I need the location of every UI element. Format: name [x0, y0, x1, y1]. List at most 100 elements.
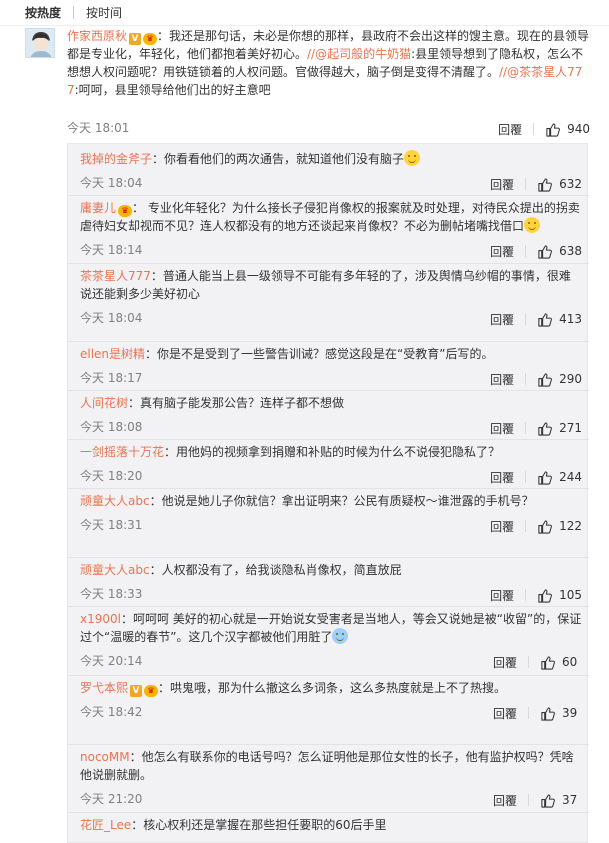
reply-username[interactable]: 庸妻儿 [80, 201, 116, 215]
avatar[interactable] [25, 28, 55, 58]
reply-button[interactable]: 回覆 [490, 469, 514, 486]
reply-username[interactable]: x1900l [80, 612, 121, 626]
vip-crown-icon: ♛ [144, 685, 159, 697]
reply-footer: 今天 18:42 回覆 39 [80, 703, 582, 723]
reply-username[interactable]: 人间花树 [80, 396, 128, 410]
reply-divider [68, 557, 589, 558]
reply-footer: 今天 18:17 回覆 290 [80, 369, 582, 389]
reply-item: 一剑摇落十万花：用他妈的视频拿到捐赠和补贴的时候为什么不说侵犯隐私了？ 今天 18… [80, 443, 582, 485]
reply-username[interactable]: ellen是树精 [80, 347, 145, 361]
sort-by-hot-tab[interactable]: 按热度 [25, 4, 61, 21]
like-count: 632 [559, 177, 582, 191]
reply-username[interactable]: 一剑摇落十万花 [80, 445, 164, 459]
vip-crown-icon: ♛ [118, 205, 133, 217]
reply-divider [68, 341, 589, 342]
action-divider [525, 422, 527, 434]
crying-emoji-icon [332, 628, 349, 644]
thumbs-up-icon [538, 177, 553, 192]
like-button[interactable]: 940 [545, 122, 590, 137]
reply-text: x1900l：呵呵呵 美好的初心就是一开始说女受害者是当地人，等会又说她是被“收… [80, 612, 582, 644]
reply-text: 顽童大人abc：他说是她儿子你就信？拿出证明来？公民有质疑权～谁泄露的手机号？ [80, 494, 534, 508]
like-button[interactable]: 271 [537, 421, 582, 436]
sort-by-time-tab[interactable]: 按时间 [86, 4, 122, 21]
reply-text: 庸妻儿 ♛： 专业化年轻化？为什么接长子侵犯肖像权的报案就及时处理，对待民众提出的… [80, 201, 580, 233]
like-button[interactable]: 37 [540, 793, 582, 808]
reply-button[interactable]: 回覆 [493, 705, 517, 722]
reply-item: 人间花树：真有脑子能发那公告？连样子都不想做 今天 18:08 回覆 271 [80, 394, 582, 436]
reply-text: 茶茶星人777：普通人能当上县一级领导不可能有多年轻的了，涉及舆情乌纱帽的事情，… [80, 269, 571, 301]
reply-divider [68, 675, 589, 676]
like-count: 122 [559, 519, 582, 533]
like-button[interactable]: 413 [537, 312, 582, 327]
reply-time: 今天 20:14 [80, 654, 143, 668]
action-divider [525, 313, 527, 325]
action-divider [525, 178, 527, 190]
like-button[interactable]: 638 [537, 244, 582, 259]
reply-item: 茶茶星人777：普通人能当上县一级领导不可能有多年轻的了，涉及舆情乌纱帽的事情，… [80, 267, 582, 327]
reply-item: 庸妻儿 ♛： 专业化年轻化？为什么接长子侵犯肖像权的报案就及时处理，对待民众提出的… [80, 199, 582, 259]
reply-time: 今天 18:33 [80, 587, 143, 601]
action-divider [525, 373, 527, 385]
sort-bar: 按热度 按时间 [0, 0, 609, 26]
reply-text: 我掉的金斧子：你看看他们的两次通告，就知道他们没有脑子 [80, 150, 582, 168]
reply-button[interactable]: 回覆 [490, 243, 514, 260]
thumbs-up-icon [538, 421, 553, 436]
like-button[interactable]: 105 [537, 588, 582, 603]
reply-time: 今天 18:04 [80, 176, 143, 190]
like-count: 940 [567, 122, 590, 136]
avatar-image [26, 29, 54, 57]
reply-footer: 今天 18:20 回覆 244 [80, 467, 582, 487]
reply-username[interactable]: 茶茶星人777 [80, 269, 151, 283]
reply-footer: 今天 18:14 回覆 638 [80, 241, 582, 261]
reply-username[interactable]: 顽童大人abc [80, 494, 150, 508]
reply-divider [68, 606, 589, 607]
action-divider [525, 589, 527, 601]
reply-footer: 今天 18:31 回覆 122 [80, 516, 582, 536]
reply-item: x1900l：呵呵呵 美好的初心就是一开始说女受害者是当地人，等会又说她是被“收… [80, 610, 582, 670]
like-button[interactable]: 632 [537, 177, 582, 192]
comment-username[interactable]: 作家西原秋 [67, 29, 127, 43]
reply-button[interactable]: 回覆 [490, 311, 514, 328]
reply-button[interactable]: 回覆 [493, 654, 517, 671]
thumbs-up-icon [546, 122, 561, 137]
reply-divider [68, 195, 589, 196]
reply-divider [68, 488, 589, 489]
reply-footer: 今天 20:14 回覆 60 [80, 652, 582, 672]
reply-username[interactable]: 花匠_Lee [80, 818, 131, 832]
like-count: 638 [559, 244, 582, 258]
sort-divider [73, 6, 75, 19]
like-count: 105 [559, 588, 582, 602]
reply-button[interactable]: 回覆 [490, 371, 514, 388]
reply-username[interactable]: 顽童大人abc [80, 563, 150, 577]
reply-button[interactable]: 回覆 [490, 518, 514, 535]
reply-button[interactable]: 回覆 [490, 587, 514, 604]
reply-time: 今天 18:31 [80, 518, 143, 532]
reply-divider [68, 263, 589, 264]
mention-link[interactable]: //@起司般的牛奶猫 [307, 47, 411, 61]
like-button[interactable]: 244 [537, 470, 582, 485]
reply-time: 今天 18:42 [80, 705, 143, 719]
reply-time: 今天 21:20 [80, 792, 143, 806]
action-divider [525, 471, 527, 483]
verified-v-icon: V [130, 685, 143, 697]
reply-text: ellen是树精：你是不是受到了一些警告训诫？感觉这段是在“受教育”后写的。 [80, 347, 494, 361]
thumbs-up-icon [538, 519, 553, 534]
like-count: 244 [559, 470, 582, 484]
thumbs-up-icon [538, 244, 553, 259]
reply-button[interactable]: 回覆 [490, 176, 514, 193]
reply-button[interactable]: 回覆 [498, 121, 522, 138]
reply-username[interactable]: 罗弋本熙 [80, 681, 128, 695]
reply-list: 我掉的金斧子：你看看他们的两次通告，就知道他们没有脑子今天 18:04 回覆 632… [67, 143, 589, 843]
reply-button[interactable]: 回覆 [493, 792, 517, 809]
like-button[interactable]: 290 [537, 372, 582, 387]
thumbs-up-icon [538, 312, 553, 327]
like-button[interactable]: 122 [537, 519, 582, 534]
action-divider [528, 656, 529, 668]
like-button[interactable]: 39 [540, 706, 582, 721]
reply-username[interactable]: 我掉的金斧子 [80, 152, 152, 166]
like-button[interactable]: 60 [540, 655, 582, 670]
reply-button[interactable]: 回覆 [490, 420, 514, 437]
reply-footer: 今天 18:33 回覆 105 [80, 585, 582, 605]
reply-username[interactable]: nocoMM [80, 750, 130, 764]
smile-emoji-icon [404, 150, 421, 166]
